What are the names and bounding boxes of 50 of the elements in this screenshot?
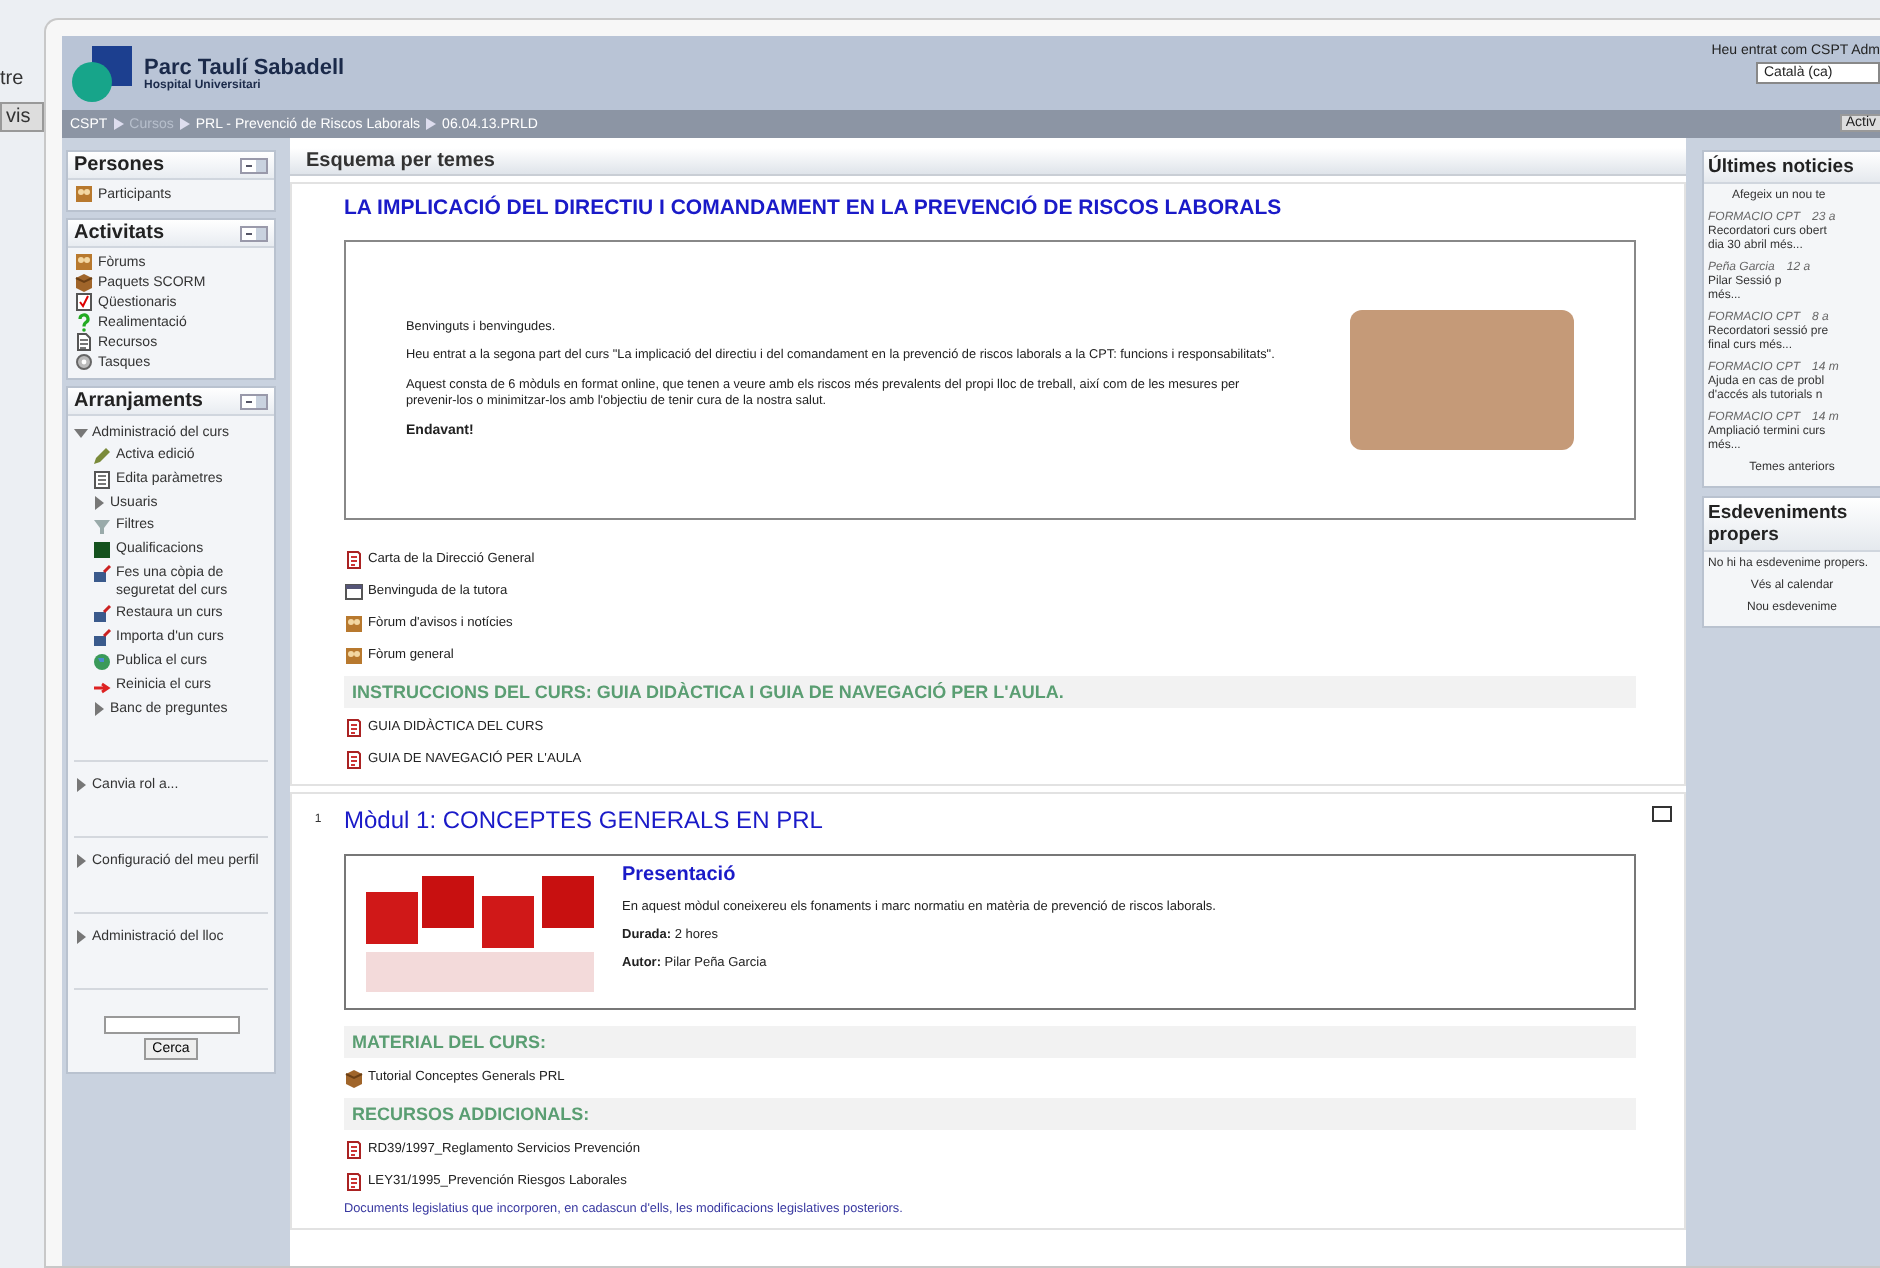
pdf-icon <box>344 718 364 738</box>
form-icon <box>92 470 112 490</box>
summary-heading: Presentació <box>622 864 738 886</box>
people-icon <box>74 252 94 272</box>
block-title: Últimes noticies <box>1704 152 1880 184</box>
pencil-icon <box>92 446 112 466</box>
window-text: tre <box>0 68 24 90</box>
section-title: Mòdul 1: CONCEPTES GENERALS EN PRL <box>344 806 825 834</box>
people-icon <box>344 646 364 666</box>
section-title: LA IMPLICACIÓ DEL DIRECTIU I COMANDAMENT EN LA PREVENCIÓ DE RISCOS LABORALS <box>344 196 1284 220</box>
grid-icon <box>92 540 112 560</box>
logo-title: Parc Taulí Sabadell <box>144 55 345 79</box>
caret-icon[interactable] <box>74 854 88 868</box>
separator-icon <box>179 118 190 130</box>
section-header: Esquema per temes <box>290 148 1686 176</box>
web-page-icon <box>344 582 364 602</box>
package-icon <box>74 272 94 292</box>
people-icon <box>344 614 364 634</box>
highlight-toggle-icon[interactable] <box>1652 806 1672 822</box>
logo-icon <box>70 43 134 103</box>
pdf-icon <box>344 750 364 770</box>
separator-icon <box>426 118 437 130</box>
caret-icon[interactable] <box>74 426 88 440</box>
block-toggle-icon[interactable] <box>240 225 268 241</box>
caret-icon[interactable] <box>92 496 106 510</box>
pdf-icon <box>344 550 364 570</box>
subheading: INSTRUCCIONS DEL CURS: GUIA DIDÀCTICA I GUIA DE NAVEGACIÓ PER L'AULA. <box>344 676 1636 708</box>
block-title: Esdeveniments propers <box>1704 498 1880 552</box>
package-icon <box>344 1068 364 1088</box>
caret-icon[interactable] <box>74 778 88 792</box>
checklist-icon <box>74 292 94 312</box>
separator-icon <box>113 118 124 130</box>
caret-icon[interactable] <box>74 930 88 944</box>
document-icon <box>74 332 94 352</box>
block-title: Arranjaments <box>74 390 203 412</box>
funnel-icon <box>92 516 112 536</box>
block-toggle-icon[interactable] <box>240 157 268 173</box>
caret-icon[interactable] <box>92 702 106 716</box>
search-field[interactable] <box>103 1016 239 1034</box>
subheading: RECURSOS ADDICIONALS: <box>344 1098 1636 1130</box>
pdf-icon <box>344 1140 364 1160</box>
globe-icon <box>92 652 112 672</box>
people-icon <box>74 184 94 204</box>
question-mark-icon <box>74 312 94 332</box>
background-button[interactable]: vis <box>0 102 44 132</box>
block-title: Persones <box>74 154 165 176</box>
block-toggle-icon[interactable] <box>240 393 268 409</box>
block-title: Activitats <box>74 222 165 244</box>
subheading: MATERIAL DEL CURS: <box>344 1026 1636 1058</box>
pdf-icon <box>344 1172 364 1192</box>
